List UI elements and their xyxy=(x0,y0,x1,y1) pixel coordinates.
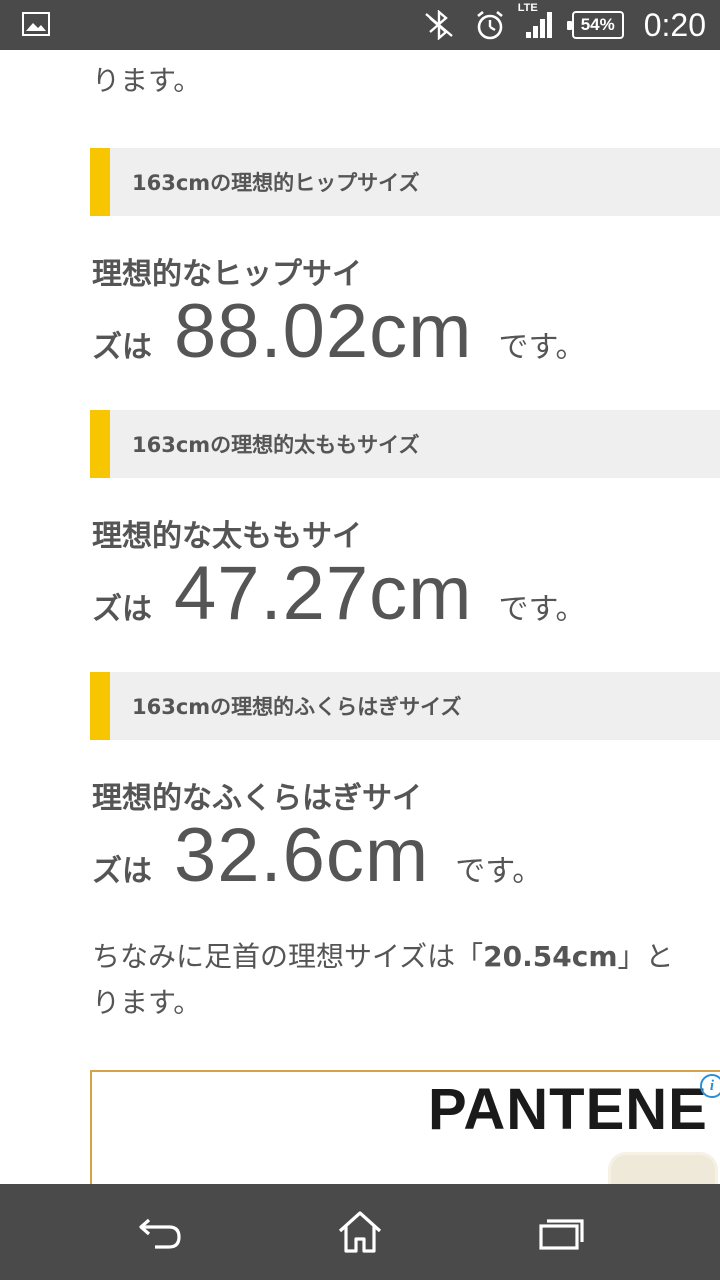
hip-size-suffix: です。 xyxy=(498,330,586,365)
ad-product-image[interactable] xyxy=(608,1152,718,1184)
hip-size-label-end: ズは xyxy=(92,330,152,365)
thigh-size-statement: 理想的な太ももサイ ズは 47.27cm です。 xyxy=(92,518,586,637)
battery-icon: 54% xyxy=(566,11,624,39)
ad-info-icon[interactable]: i xyxy=(700,1074,720,1098)
section-heading-hip: 163cmの理想的ヒップサイズ xyxy=(90,148,720,216)
ankle-note-before: ちなみに足首の理想サイズは「 xyxy=(92,940,484,973)
back-button[interactable] xyxy=(132,1206,188,1258)
status-bar: LTE 54% 0:20 xyxy=(0,0,720,50)
calf-size-label-end: ズは xyxy=(92,854,152,889)
home-icon xyxy=(338,1211,382,1253)
navigation-bar xyxy=(0,1184,720,1280)
calf-size-suffix: です。 xyxy=(455,854,543,889)
article-content: ります。 163cmの理想的ヒップサイズ 理想的なヒップサイ ズは 88.02c… xyxy=(0,50,720,1184)
calf-size-value: 32.6cm xyxy=(174,813,430,898)
ankle-note-after: 」と xyxy=(617,940,674,973)
alarm-icon xyxy=(474,9,506,41)
recent-apps-icon xyxy=(539,1219,584,1250)
advertisement-banner[interactable]: PANTENE i xyxy=(90,1070,720,1184)
thigh-size-value: 47.27cm xyxy=(174,551,473,636)
back-icon xyxy=(139,1218,181,1249)
calf-size-statement: 理想的なふくらはぎサイ ズは 32.6cm です。 xyxy=(92,780,542,899)
gallery-notification-icon xyxy=(22,12,50,36)
battery-level: 54% xyxy=(580,15,615,34)
thigh-size-label-end: ズは xyxy=(92,592,152,627)
ad-brand-logo[interactable]: PANTENE xyxy=(428,1076,708,1143)
home-button[interactable] xyxy=(332,1206,388,1258)
intro-paragraph-tail: ります。 xyxy=(92,64,202,97)
hip-size-statement: 理想的なヒップサイ ズは 88.02cm です。 xyxy=(92,256,586,375)
lte-signal-icon: LTE xyxy=(518,2,554,40)
section-heading-thigh: 163cmの理想的太ももサイズ xyxy=(90,410,720,478)
bluetooth-off-icon xyxy=(422,10,456,40)
ankle-note-line2: ります。 xyxy=(92,986,202,1019)
network-type-label: LTE xyxy=(517,2,538,14)
recent-apps-button[interactable] xyxy=(532,1206,588,1258)
ankle-note-line1: ちなみに足首の理想サイズは「20.54cm」と xyxy=(92,934,674,980)
ankle-size-value: 20.54cm xyxy=(483,940,618,973)
thigh-size-suffix: です。 xyxy=(498,592,586,627)
clock: 0:20 xyxy=(643,6,706,43)
section-heading-calf: 163cmの理想的ふくらはぎサイズ xyxy=(90,672,720,740)
hip-size-value: 88.02cm xyxy=(174,289,473,374)
